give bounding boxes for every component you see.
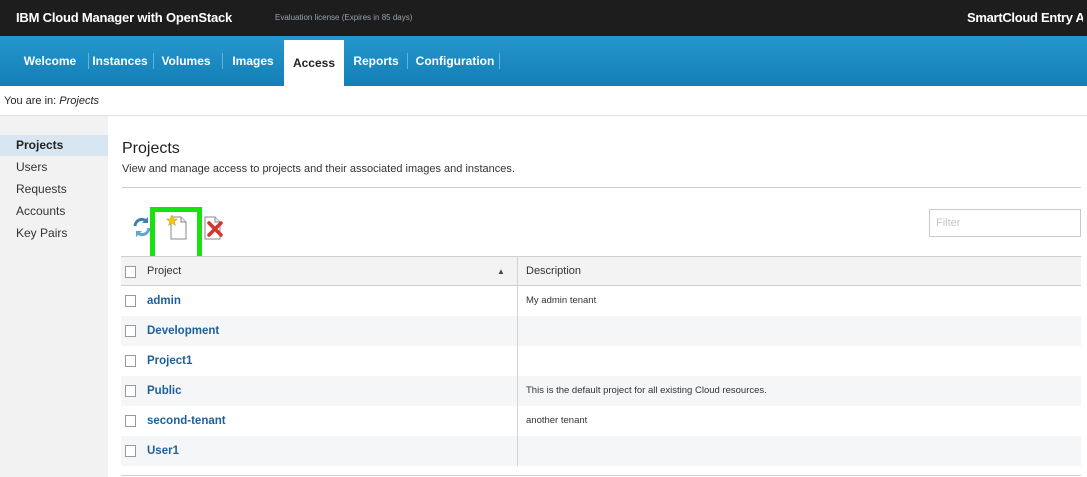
app-title: IBM Cloud Manager with OpenStack [16, 10, 233, 25]
nav-divider [499, 53, 500, 69]
project-link[interactable]: admin [147, 286, 181, 316]
tab-reports[interactable]: Reports [348, 36, 404, 86]
row-checkbox[interactable] [125, 355, 136, 367]
product-brand: SmartCloud Entry Administrator [967, 10, 1083, 25]
main-nav: Welcome Instances Volumes Images Access … [0, 36, 1087, 86]
table-header: Project ▲ Description [121, 256, 1081, 287]
delete-icon[interactable] [200, 213, 224, 241]
column-divider [517, 376, 518, 406]
project-description: another tenant [526, 415, 588, 426]
new-project-highlight [150, 207, 202, 262]
row-checkbox[interactable] [125, 445, 136, 457]
row-checkbox[interactable] [125, 415, 136, 427]
tab-volumes[interactable]: Volumes [156, 36, 216, 86]
breadcrumb-current: Projects [59, 95, 100, 107]
breadcrumb: You are in: Projects [0, 86, 1087, 116]
table-row: Project1 [121, 346, 1081, 376]
sidebar-item-key-pairs[interactable]: Key Pairs [0, 223, 108, 244]
page-description: View and manage access to projects and t… [122, 163, 515, 175]
column-divider [517, 406, 518, 436]
projects-table: Project ▲ Description admin My admin ten… [121, 256, 1081, 466]
project-link[interactable]: second-tenant [147, 406, 226, 436]
nav-divider [407, 53, 408, 69]
tab-configuration[interactable]: Configuration [411, 36, 499, 86]
column-divider [517, 286, 518, 316]
table-bottom-border [121, 475, 1081, 476]
sidebar-item-accounts[interactable]: Accounts [0, 201, 108, 222]
project-description: My admin tenant [526, 295, 597, 306]
nav-divider [222, 53, 223, 69]
sidebar-item-requests[interactable]: Requests [0, 179, 108, 200]
filter-input[interactable] [929, 209, 1081, 237]
column-header-description[interactable]: Description [526, 257, 581, 285]
column-header-project[interactable]: Project [147, 257, 181, 285]
project-link[interactable]: Project1 [147, 346, 192, 376]
nav-divider [153, 53, 154, 69]
row-checkbox[interactable] [125, 385, 136, 397]
project-link[interactable]: User1 [147, 436, 179, 466]
sidebar-item-projects[interactable]: Projects [0, 135, 108, 156]
table-row: User1 [121, 436, 1081, 466]
sidebar-item-users[interactable]: Users [0, 157, 108, 178]
project-link[interactable]: Development [147, 316, 219, 346]
breadcrumb-prefix: You are in: [4, 95, 57, 107]
row-checkbox[interactable] [125, 295, 136, 307]
page-title: Projects [122, 140, 180, 157]
table-row: Development [121, 316, 1081, 346]
tab-images[interactable]: Images [226, 36, 280, 86]
tab-welcome[interactable]: Welcome [14, 36, 86, 86]
tab-instances[interactable]: Instances [90, 36, 150, 86]
table-row: admin My admin tenant [121, 286, 1081, 316]
project-link[interactable]: Public [147, 376, 182, 406]
sidebar: Projects Users Requests Accounts Key Pai… [0, 116, 108, 477]
top-banner: IBM Cloud Manager with OpenStack Evaluat… [0, 0, 1087, 36]
row-checkbox[interactable] [125, 325, 136, 337]
select-all-checkbox[interactable] [125, 266, 136, 278]
table-row: Public This is the default project for a… [121, 376, 1081, 406]
project-description: This is the default project for all exis… [526, 385, 767, 396]
nav-divider [88, 53, 89, 69]
sort-ascending-icon[interactable]: ▲ [497, 257, 505, 287]
tab-access[interactable]: Access [284, 40, 344, 86]
column-divider [517, 436, 518, 466]
column-divider [517, 257, 518, 287]
column-divider [517, 346, 518, 376]
divider [122, 187, 1081, 188]
column-divider [517, 316, 518, 346]
license-text: Evaluation license (Expires in 85 days) [275, 13, 413, 22]
table-row: second-tenant another tenant [121, 406, 1081, 436]
